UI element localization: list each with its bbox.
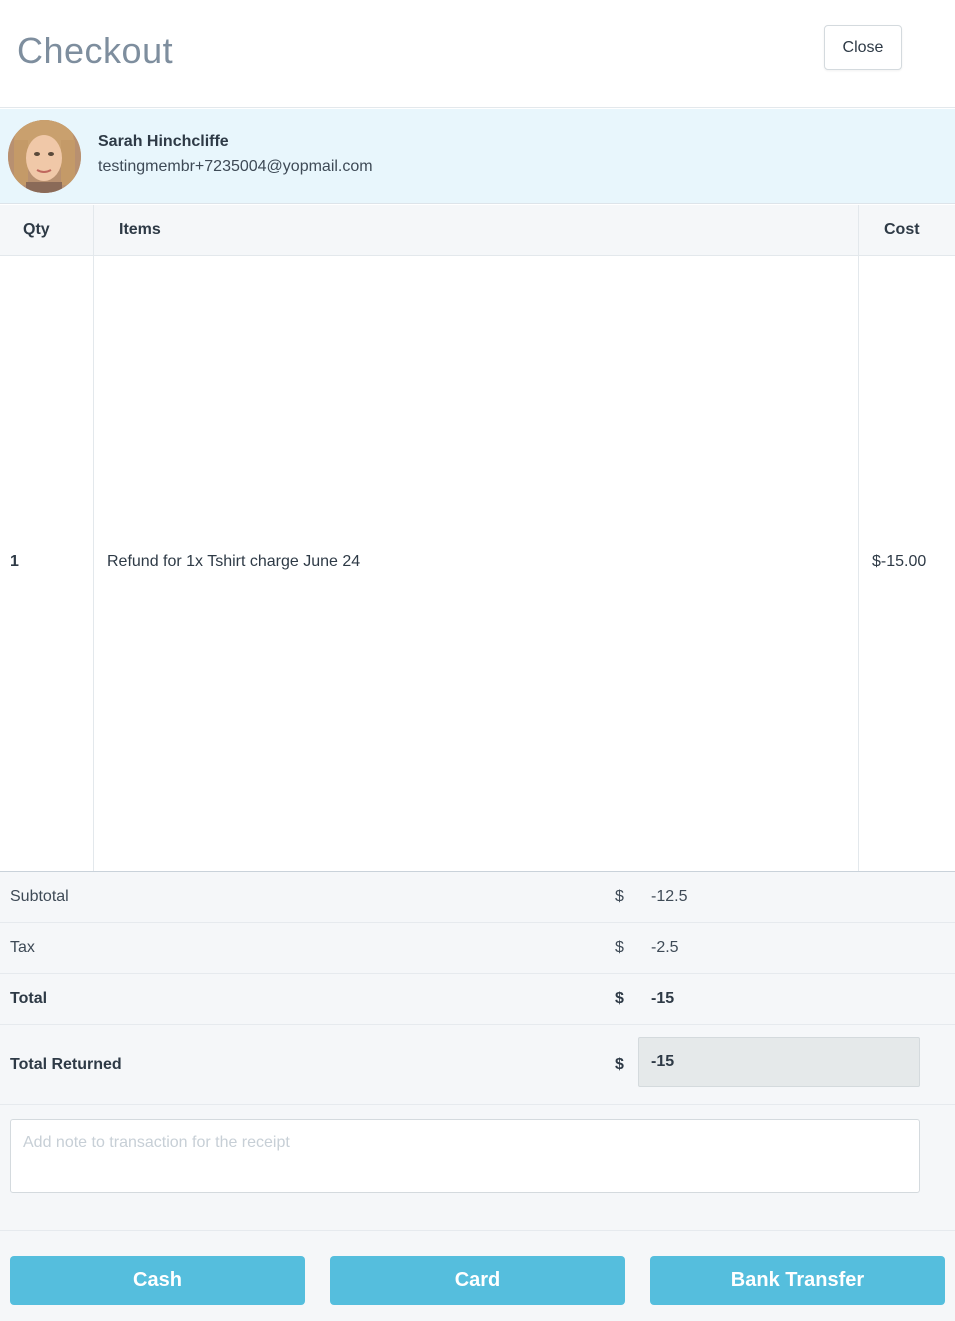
close-button[interactable]: Close: [824, 25, 902, 70]
currency-symbol: $: [615, 888, 624, 905]
total-row: Total $ -15: [0, 974, 955, 1025]
page-title: Checkout: [17, 30, 174, 71]
currency-symbol: $: [615, 1056, 624, 1073]
totals-panel: Subtotal $ -12.5 Tax $ -2.5 Total $ -15 …: [0, 871, 955, 1321]
column-divider: [93, 205, 94, 871]
member-email: testingmembr+7235004@yopmail.com: [98, 158, 373, 175]
items-table: Qty Items Cost 1 Refund for 1x Tshirt ch…: [0, 205, 955, 871]
checkout-header: Checkout Close: [0, 0, 955, 108]
tax-value: -2.5: [651, 939, 679, 956]
qty-header: Qty: [23, 221, 50, 238]
tax-row: Tax $ -2.5: [0, 923, 955, 974]
transaction-note-input[interactable]: [10, 1119, 920, 1193]
section-divider: [0, 1230, 955, 1231]
subtotal-row: Subtotal $ -12.5: [0, 872, 955, 923]
total-returned-label: Total Returned: [10, 1056, 122, 1073]
row-cost: $-15.00: [872, 553, 927, 570]
column-divider: [858, 205, 859, 871]
subtotal-label: Subtotal: [10, 888, 69, 905]
currency-symbol: $: [615, 939, 624, 956]
total-returned-value: -15: [651, 1053, 675, 1070]
member-name: Sarah Hinchcliffe: [98, 133, 229, 150]
table-header: Qty Items Cost: [0, 205, 955, 256]
total-value: -15: [651, 990, 675, 1007]
row-item: Refund for 1x Tshirt charge June 24: [107, 553, 361, 570]
cash-button[interactable]: Cash: [10, 1256, 305, 1305]
total-returned-row: Total Returned $ -15: [0, 1025, 955, 1105]
subtotal-value: -12.5: [651, 888, 688, 905]
card-button[interactable]: Card: [330, 1256, 625, 1305]
bank-transfer-button[interactable]: Bank Transfer: [650, 1256, 945, 1305]
items-header: Items: [119, 221, 161, 238]
member-avatar: [8, 120, 81, 193]
tax-label: Tax: [10, 939, 35, 956]
member-card: Sarah Hinchcliffe testingmembr+7235004@y…: [0, 109, 955, 204]
currency-symbol: $: [615, 990, 624, 1007]
total-returned-field[interactable]: -15: [638, 1037, 920, 1087]
cost-header: Cost: [884, 221, 920, 238]
total-label: Total: [10, 990, 48, 1007]
row-qty: 1: [10, 553, 19, 570]
